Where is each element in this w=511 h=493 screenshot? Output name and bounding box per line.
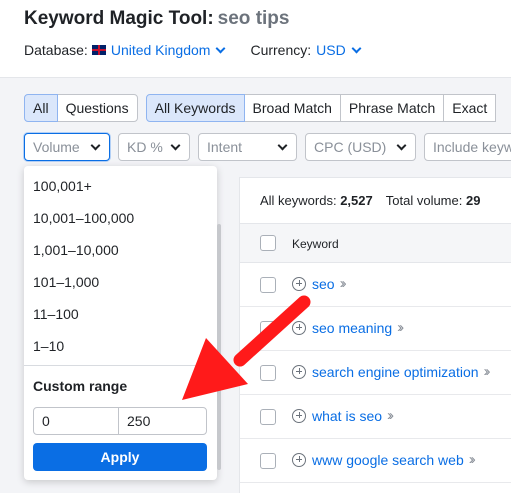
tab-phrase-match[interactable]: Phrase Match	[339, 94, 445, 122]
keyword-text[interactable]: seo meaning	[312, 320, 392, 336]
keyword-text[interactable]: www google search web	[312, 452, 464, 468]
match-tabs-row: All Questions All Keywords Broad Match P…	[24, 94, 497, 122]
row-checkbox[interactable]	[260, 277, 276, 293]
keyword-text[interactable]: seo	[312, 276, 335, 292]
cpc-filter-label: CPC (USD)	[314, 139, 387, 155]
range-from-input[interactable]	[33, 407, 119, 435]
volume-option[interactable]: 10,001–100,000	[33, 210, 134, 226]
tab-broad-match[interactable]: Broad Match	[243, 94, 341, 122]
keyword-link[interactable]: seo ››	[292, 275, 347, 292]
double-chevron-right-icon[interactable]: ››	[484, 363, 491, 380]
row-checkbox[interactable]	[260, 365, 276, 381]
add-to-list-icon[interactable]	[292, 320, 306, 335]
add-to-list-icon[interactable]	[292, 452, 306, 467]
filters-row: Volume KD % Intent CPC (USD) Include key…	[24, 133, 511, 161]
double-chevron-right-icon[interactable]: ››	[469, 451, 476, 468]
table-row: what is seo ››	[240, 395, 511, 439]
database-label: Database:	[24, 42, 88, 58]
include-keywords-placeholder: Include keyw	[433, 139, 511, 155]
cpc-filter-dropdown[interactable]: CPC (USD)	[305, 133, 416, 161]
keyword-link[interactable]: what is seo ››	[292, 407, 394, 424]
chevron-down-icon	[170, 140, 181, 150]
tab-exact-match[interactable]: Exact	[443, 94, 497, 122]
range-to-input[interactable]	[118, 407, 207, 435]
table-row: seo ››	[240, 263, 511, 307]
keyword-link[interactable]: search engine optimization ››	[292, 363, 491, 380]
volume-option[interactable]: 100,001+	[33, 178, 92, 194]
database-value: United Kingdom	[110, 42, 211, 58]
chevron-down-icon	[277, 140, 288, 150]
add-to-list-icon[interactable]	[292, 408, 306, 423]
currency-value: USD	[316, 42, 346, 58]
keyword-link[interactable]: seo meaning ››	[292, 319, 404, 336]
volume-dropdown-menu: 100,001+ 10,001–100,000 1,001–10,000 101…	[24, 166, 221, 480]
volume-filter-dropdown[interactable]: Volume	[24, 133, 110, 161]
row-checkbox[interactable]	[260, 321, 276, 337]
add-to-list-icon[interactable]	[292, 364, 306, 379]
tab-all-keywords[interactable]: All Keywords	[145, 94, 245, 122]
uk-flag-icon	[91, 45, 106, 55]
menu-divider	[24, 365, 217, 366]
keyword-text[interactable]: what is seo	[312, 408, 382, 424]
add-to-list-icon[interactable]	[292, 276, 306, 291]
total-volume-value: 29	[465, 193, 481, 208]
keywords-summary: All keywords: 2,527 Total volume: 29	[260, 193, 480, 208]
intent-filter-dropdown[interactable]: Intent	[198, 133, 297, 161]
table-row: www google search web ››	[240, 439, 511, 483]
volume-filter-label: Volume	[33, 139, 80, 155]
search-query: seo tips	[217, 8, 290, 29]
kd-filter-label: KD %	[127, 139, 163, 155]
chevron-down-icon	[396, 140, 407, 150]
table-row: seo meaning ››	[240, 307, 511, 351]
include-keywords-input[interactable]: Include keyw	[424, 133, 511, 161]
page-header: Keyword Magic Tool: seo tips Database: Un…	[0, 0, 511, 78]
kd-filter-dropdown[interactable]: KD %	[118, 133, 190, 161]
database-currency-bar: Database: United Kingdom Currency: USD	[24, 42, 362, 58]
tool-name: Keyword Magic Tool:	[24, 8, 214, 29]
tab-questions[interactable]: Questions	[56, 94, 138, 122]
row-checkbox[interactable]	[260, 409, 276, 425]
column-keyword-header[interactable]: Keyword	[292, 237, 339, 251]
apply-button[interactable]: Apply	[33, 443, 207, 471]
page-title: Keyword Magic Tool: seo tips	[24, 8, 289, 30]
currency-label: Currency:	[250, 42, 312, 58]
table-row: search engine optimization ››	[240, 351, 511, 395]
keywords-table: All keywords: 2,527 Total volume: 29 Key…	[239, 177, 511, 493]
row-checkbox[interactable]	[260, 453, 276, 469]
all-keywords-count: 2,527	[340, 193, 373, 208]
volume-option[interactable]: 1–10	[33, 338, 64, 354]
double-chevron-right-icon[interactable]: ››	[340, 275, 347, 292]
volume-option[interactable]: 1,001–10,000	[33, 242, 119, 258]
currency-selector[interactable]: USD	[316, 42, 362, 58]
all-keywords-label: All keywords:	[260, 193, 337, 208]
keyword-link[interactable]: www google search web ››	[292, 451, 476, 468]
volume-option[interactable]: 101–1,000	[33, 274, 99, 290]
table-header: Keyword	[240, 223, 511, 263]
keyword-text[interactable]: search engine optimization	[312, 364, 479, 380]
custom-range-label: Custom range	[33, 378, 128, 394]
database-selector[interactable]: United Kingdom	[88, 42, 226, 58]
double-chevron-right-icon[interactable]: ››	[387, 407, 394, 424]
double-chevron-right-icon[interactable]: ››	[397, 319, 404, 336]
tab-all[interactable]: All	[24, 94, 58, 122]
chevron-down-icon	[90, 140, 101, 150]
volume-option[interactable]: 11–100	[33, 306, 79, 322]
chevron-down-icon	[216, 43, 226, 53]
select-all-checkbox[interactable]	[260, 235, 276, 251]
chevron-down-icon	[351, 43, 362, 53]
intent-filter-label: Intent	[207, 139, 243, 155]
menu-scrollbar[interactable]	[217, 224, 221, 470]
total-volume-label: Total volume:	[385, 193, 463, 208]
